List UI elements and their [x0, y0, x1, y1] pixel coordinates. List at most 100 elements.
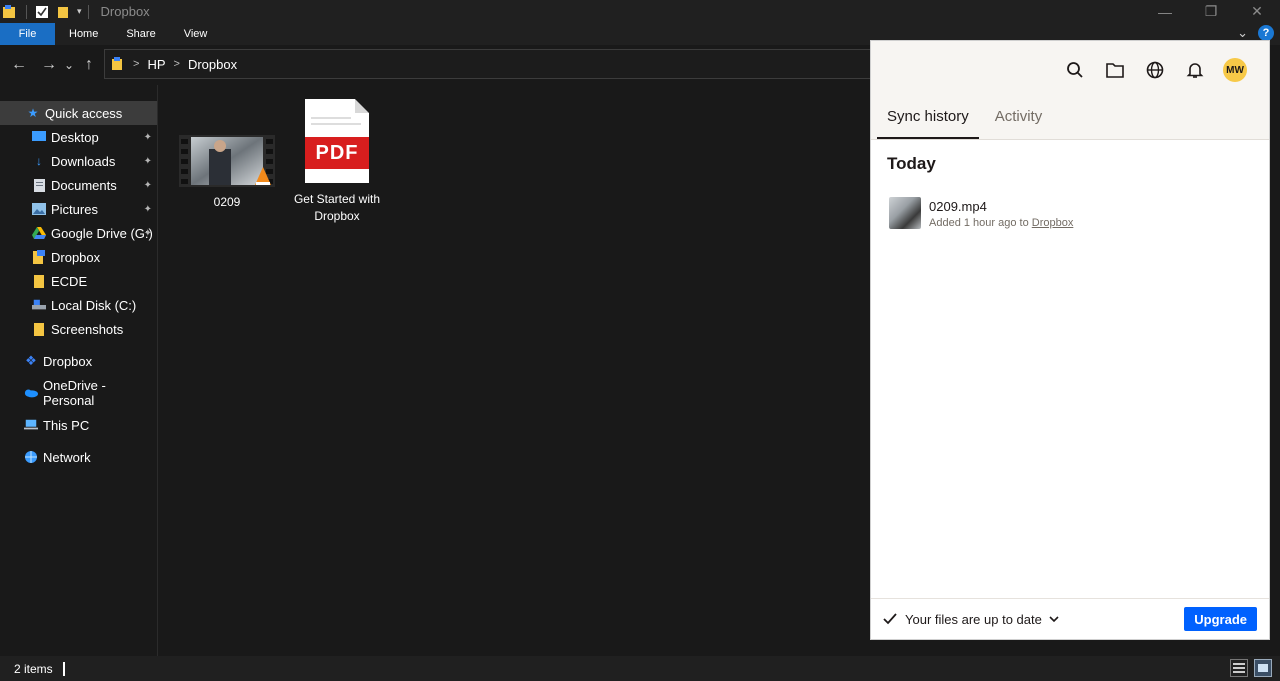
sidebar-item-desktop[interactable]: Desktop ✦ [0, 125, 157, 149]
sync-item-name: 0209.mp4 [929, 199, 987, 214]
large-icons-view-icon [1258, 664, 1268, 672]
pdf-badge: PDF [305, 137, 369, 169]
new-folder-icon[interactable] [57, 5, 71, 19]
details-view-icon [1233, 663, 1245, 673]
status-bar: 2 items [0, 656, 1280, 681]
sync-status-text[interactable]: Your files are up to date [905, 612, 1042, 627]
sidebar-item-onedrive[interactable]: OneDrive - Personal [0, 378, 157, 408]
dropbox-panel-footer: Your files are up to date Upgrade [871, 598, 1269, 639]
expand-ribbon-icon[interactable]: ⌄ [1237, 25, 1248, 41]
file-item-pdf[interactable]: PDF Get Started with Dropbox [286, 99, 388, 225]
file-name: 0209 [213, 195, 241, 209]
file-list[interactable]: 0209 PDF Get Started with Dropbox [160, 85, 870, 656]
title-bar: ▾ Dropbox — ❐ ✕ [0, 0, 1280, 23]
sidebar-item-google-drive[interactable]: Google Drive (G:) ✦ [0, 221, 157, 245]
address-bar[interactable]: > HP > Dropbox [104, 49, 884, 79]
tab-sync-history[interactable]: Sync history [877, 108, 979, 139]
sidebar-item-screenshots[interactable]: Screenshots [0, 317, 157, 341]
dropbox-panel: MW Sync history Activity Today 0209.mp4 … [870, 40, 1270, 640]
video-file-icon [179, 135, 275, 187]
file-item-video[interactable]: 0209 [176, 133, 278, 209]
video-thumbnail [889, 197, 921, 229]
tab-share[interactable]: Share [112, 23, 169, 45]
navigation-pane: ★ Quick access Desktop ✦ ↓ Downloads ✦ D… [0, 85, 158, 656]
sidebar-item-label: Quick access [45, 105, 123, 121]
downloads-icon: ↓ [36, 154, 42, 168]
dropbox-folder-icon [32, 250, 46, 264]
sync-history-item[interactable]: 0209.mp4 Added 1 hour ago to Dropbox [889, 197, 1073, 229]
disk-icon [32, 298, 46, 312]
sidebar-item-ecde[interactable]: ECDE [0, 269, 157, 293]
star-icon: ★ [27, 106, 39, 120]
section-title-today: Today [887, 154, 936, 173]
dropbox-icon: ❖ [25, 353, 37, 368]
sidebar-item-dropbox[interactable]: ❖ Dropbox [0, 349, 157, 373]
upgrade-button[interactable]: Upgrade [1184, 607, 1257, 631]
breadcrumb-dropbox[interactable]: Dropbox [188, 57, 237, 72]
quick-access-toolbar: ▾ [0, 0, 95, 23]
sidebar-item-label: Downloads [51, 153, 116, 169]
pin-icon: ✦ [143, 227, 152, 239]
sidebar-item-pictures[interactable]: Pictures ✦ [0, 197, 157, 221]
folder-icon [32, 322, 46, 336]
close-button[interactable]: ✕ [1234, 0, 1280, 23]
tab-activity[interactable]: Activity [985, 108, 1053, 139]
breadcrumb-separator: > [173, 58, 180, 70]
sync-item-location-link[interactable]: Dropbox [1032, 217, 1074, 229]
large-icons-view-button[interactable] [1254, 659, 1272, 677]
sidebar-item-label: Dropbox [43, 353, 93, 369]
sidebar-item-dropbox-folder[interactable]: Dropbox [0, 245, 157, 269]
sidebar-item-label: Documents [51, 177, 117, 193]
back-button[interactable]: ← [6, 56, 32, 74]
text-cursor [62, 661, 65, 676]
avatar[interactable]: MW [1223, 58, 1247, 82]
chevron-down-icon[interactable] [1049, 615, 1059, 623]
globe-icon[interactable] [1143, 58, 1167, 82]
folder-icon[interactable] [1103, 58, 1127, 82]
customize-toolbar-icon[interactable]: ▾ [77, 6, 82, 17]
breadcrumb-hp[interactable]: HP [147, 57, 165, 72]
this-pc-icon [24, 418, 38, 432]
network-icon [24, 450, 38, 464]
pdf-file-icon: PDF [305, 99, 369, 183]
desktop-icon [32, 130, 46, 144]
sidebar-item-label: OneDrive - Personal [43, 378, 106, 408]
sidebar-item-local-disk[interactable]: Local Disk (C:) [0, 293, 157, 317]
minimize-button[interactable]: — [1142, 0, 1188, 23]
window-controls: — ❐ ✕ [1142, 0, 1280, 23]
up-button[interactable]: ↑ [76, 56, 102, 74]
sidebar-item-label: Google Drive (G:) [51, 225, 153, 241]
restore-button[interactable]: ❐ [1188, 0, 1234, 23]
sync-item-detail: Added 1 hour ago to [929, 217, 1032, 229]
sidebar-item-network[interactable]: Network [0, 445, 157, 469]
sidebar-item-label: Screenshots [51, 321, 124, 337]
bell-icon[interactable] [1183, 58, 1207, 82]
sidebar-item-label: ECDE [51, 273, 88, 289]
window-title: Dropbox [100, 4, 150, 19]
recent-locations-button[interactable]: ⌄ [62, 58, 76, 72]
sidebar-item-quick-access[interactable]: ★ Quick access [0, 101, 157, 125]
item-count: 2 items [14, 661, 53, 676]
explorer-app-icon[interactable] [2, 4, 18, 20]
file-name: Get Started with Dropbox [293, 192, 381, 223]
pin-icon: ✦ [143, 131, 152, 143]
sidebar-item-this-pc[interactable]: This PC [0, 413, 157, 437]
onedrive-icon [24, 386, 38, 400]
properties-icon[interactable] [35, 5, 49, 19]
details-view-button[interactable] [1230, 659, 1248, 677]
pin-icon: ✦ [143, 155, 152, 167]
checkmark-icon [883, 613, 897, 625]
help-icon[interactable]: ? [1258, 25, 1274, 41]
documents-icon [32, 178, 46, 192]
sidebar-item-downloads[interactable]: ↓ Downloads ✦ [0, 149, 157, 173]
folder-icon [32, 274, 46, 288]
forward-button[interactable]: → [36, 56, 62, 74]
tab-file[interactable]: File [0, 23, 55, 45]
search-icon[interactable] [1063, 58, 1087, 82]
dropbox-location-icon [111, 57, 125, 71]
sidebar-item-documents[interactable]: Documents ✦ [0, 173, 157, 197]
tab-view[interactable]: View [170, 23, 222, 45]
sidebar-item-label: Local Disk (C:) [51, 297, 137, 313]
tab-home[interactable]: Home [55, 23, 112, 45]
sidebar-item-label: Network [43, 449, 91, 465]
